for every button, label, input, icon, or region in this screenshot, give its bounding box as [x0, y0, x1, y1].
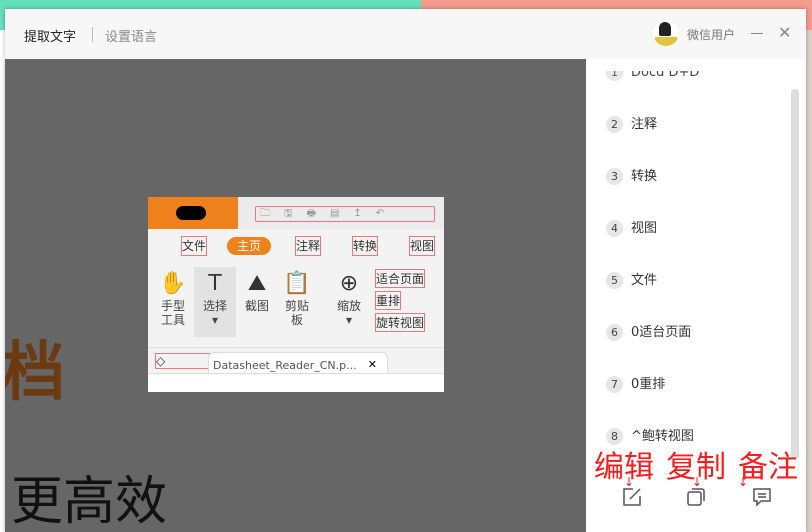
text-cursor-icon: Ｔ: [203, 271, 226, 296]
zoom-tool: ⊕ 缩放 ▾: [334, 269, 364, 327]
hand-icon: ✋: [159, 271, 187, 296]
select-tool: Ｔ 选择 ▾: [194, 267, 236, 337]
ribbon-tab: 注释: [294, 236, 322, 256]
list-item[interactable]: 6 0适台页面: [606, 323, 691, 343]
zoom-icon: ⊕: [339, 271, 359, 296]
hand-tool: ✋ 手型 工具: [159, 271, 187, 327]
ribbon-tab: 文件: [180, 236, 208, 256]
list-item[interactable]: 3 转换: [606, 167, 657, 187]
divider: [92, 27, 93, 42]
ribbon-tab-active: 主页: [227, 237, 272, 255]
arrow-down-icon: ↓: [738, 475, 749, 489]
list-item[interactable]: 1 Docd D+D: [606, 71, 699, 83]
list-item[interactable]: 2 注释: [606, 115, 657, 135]
rotate-view: 旋转视图: [374, 313, 426, 332]
edit-icon[interactable]: [622, 487, 642, 512]
ribbon-tab: 转换: [351, 236, 379, 256]
close-button[interactable]: ✕: [778, 25, 791, 41]
doc-tab: Datasheet_Reader_CN.p... ✕: [208, 352, 388, 374]
result-panel: 1 Docd D+D 2 注释 3 转换 4 视图 5 文件 6 0适台页面 7 0重排 8 ^…: [586, 59, 806, 532]
captured-screenshot: 🗀🖫🖶▤↥↶ 文件 主页 注释 转换 视图 ✋ 手型 工具 Ｔ 选择 ▾ ⛰ 截图 📋 剪…: [148, 197, 444, 392]
tab-extract-text[interactable]: 提取文字: [24, 26, 76, 45]
list-item[interactable]: 7 0重排: [606, 375, 665, 395]
preview-big-text: 更高效: [11, 472, 168, 532]
doc-tab-bar: ◇ Datasheet_Reader_CN.p... ✕: [148, 347, 444, 374]
list-item[interactable]: 4 视图: [606, 219, 657, 239]
avatar[interactable]: [653, 20, 679, 46]
clipboard-tool: 📋 剪贴 板: [283, 271, 311, 327]
quick-toolbar: 🗀🖫🖶▤↥↶: [255, 206, 435, 222]
scrollbar[interactable]: [791, 89, 799, 459]
app-logo: [148, 197, 238, 229]
list-item[interactable]: 5 文件: [606, 271, 657, 291]
clipboard-icon: 📋: [283, 271, 311, 296]
tab-set-language[interactable]: 设置语言: [105, 26, 157, 45]
reflow: 重排: [374, 291, 402, 310]
background-edge: [806, 30, 812, 532]
image-preview: 档 更高效 🗀🖫🖶▤↥↶ 文件 主页 注释 转换 视图 ✋ 手型 工具 Ｔ 选择 ▾ …: [5, 59, 586, 532]
image-icon: ⛰: [247, 271, 267, 296]
user-name[interactable]: 微信用户: [687, 26, 735, 43]
screenshot-tool: ⛰ 截图: [242, 269, 272, 313]
doc-close-icon: ✕: [367, 358, 377, 371]
ocr-window: 提取文字 设置语言 微信用户 ✕ 档 更高效 🗀🖫🖶▤↥↶ 文件 主页 注释 转…: [5, 9, 806, 532]
ribbon-tab: 视图: [408, 236, 436, 256]
preview-big-char: 档: [5, 336, 65, 410]
copy-icon[interactable]: [686, 487, 706, 512]
minimize-button[interactable]: [751, 33, 763, 34]
title-bar: 提取文字 设置语言 微信用户 ✕: [5, 9, 806, 59]
fit-page: 适合页面: [374, 269, 426, 288]
comment-icon[interactable]: [752, 487, 772, 512]
